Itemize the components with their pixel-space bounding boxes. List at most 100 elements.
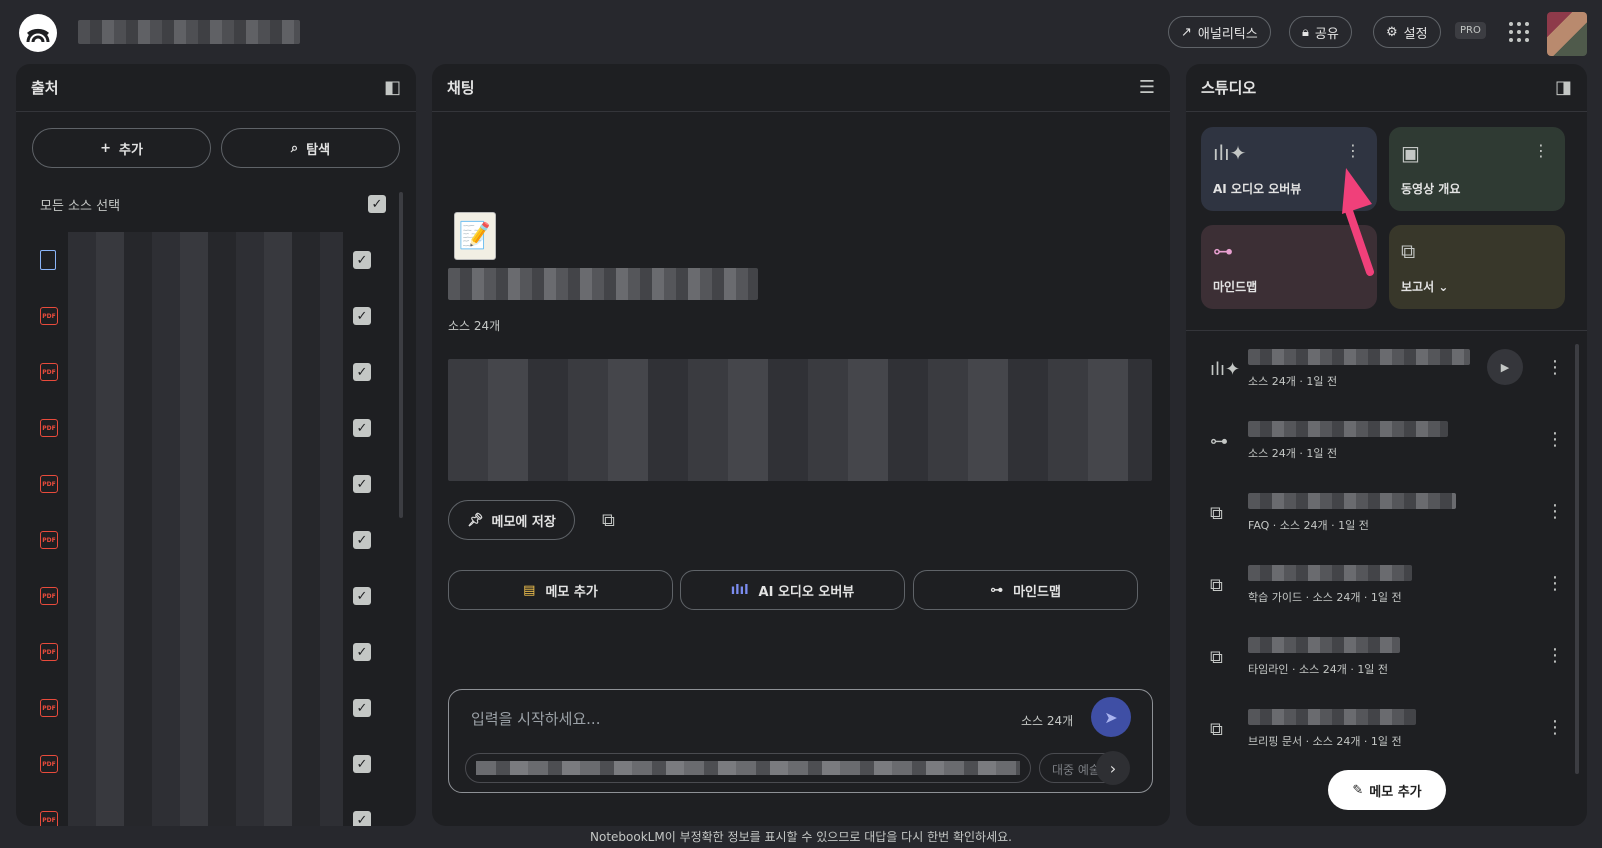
play-icon[interactable]: ▶ [1487, 349, 1523, 385]
source-row[interactable]: PDF ✓ [16, 288, 401, 344]
tile-mindmap[interactable]: ⊶ 마인드맵 [1201, 225, 1377, 309]
add-source-button[interactable]: + 추가 [32, 128, 211, 168]
chat-header: 채팅 ☰ [432, 64, 1170, 112]
more-vert-icon[interactable]: ⋮ [1546, 429, 1564, 450]
analytics-button[interactable]: ↗ 애널리틱스 [1168, 16, 1271, 48]
avatar[interactable] [1547, 12, 1587, 56]
collapse-panel-icon[interactable]: ◧ [384, 77, 401, 98]
save-to-note-button[interactable]: 📌︎ 메모에 저장 [448, 500, 575, 540]
source-row[interactable]: PDF ✓ [16, 568, 401, 624]
top-bar: ↗ 애널리틱스 🔒︎ 공유 ⚙ 설정 PRO [0, 0, 1602, 64]
source-title-redacted [68, 680, 343, 736]
suggestion-mindmap[interactable]: ⊶ 마인드맵 [913, 570, 1138, 610]
trending-up-icon: ↗ [1181, 24, 1192, 40]
source-row[interactable]: PDF ✓ [16, 512, 401, 568]
select-all-row[interactable]: 모든 소스 선택 ✓ [16, 192, 416, 216]
pdf-icon: PDF [40, 699, 58, 717]
suggestion-add-note[interactable]: ▤ 메모 추가 [448, 570, 673, 610]
studio-output-item[interactable]: ⧉ 타임라인 · 소스 24개 · 1일 전 ⋮ [1186, 631, 1587, 691]
plus-icon: + [100, 140, 111, 156]
search-sparkle-icon: ⌕ [290, 140, 299, 156]
source-row[interactable]: PDF ✓ [16, 624, 401, 680]
studio-panel: 스튜디오 ◨ ılı✦ ⋮ AI 오디오 오버뷰 ▣ ⋮ 동영상 개요 ⊶ 마인… [1186, 64, 1587, 826]
source-checkbox[interactable]: ✓ [353, 475, 371, 493]
studio-output-item[interactable]: ⊶ 소스 24개 · 1일 전 ⋮ [1186, 415, 1587, 475]
report-icon: ⧉ [1210, 719, 1223, 740]
more-vert-icon[interactable]: ⋮ [1546, 645, 1564, 666]
studio-output-item[interactable]: ⧉ 학습 가이드 · 소스 24개 · 1일 전 ⋮ [1186, 559, 1587, 619]
source-checkbox[interactable]: ✓ [353, 251, 371, 269]
output-title-redacted [1248, 349, 1470, 365]
source-checkbox[interactable]: ✓ [353, 531, 371, 549]
source-row[interactable]: PDF ✓ [16, 680, 401, 736]
suggestion-audio-overview[interactable]: ılıl AI 오디오 오버뷰 [680, 570, 905, 610]
more-vert-icon[interactable]: ⋮ [1533, 141, 1549, 160]
output-meta: 소스 24개 · 1일 전 [1248, 375, 1338, 388]
pro-badge: PRO [1455, 22, 1486, 39]
tile-report[interactable]: ⧉ 보고서 ⌄ [1389, 225, 1565, 309]
source-row[interactable]: PDF ✓ [16, 344, 401, 400]
collapse-panel-icon[interactable]: ◨ [1555, 77, 1572, 98]
explore-button[interactable]: ⌕ 탐색 [221, 128, 400, 168]
report-icon: ⧉ [1401, 239, 1416, 263]
select-all-checkbox[interactable]: ✓ [368, 195, 386, 213]
divider [1186, 330, 1587, 331]
notebook-summary-redacted [448, 359, 1152, 481]
source-checkbox[interactable]: ✓ [353, 419, 371, 437]
copy-icon[interactable]: ⧉ [602, 510, 615, 531]
footer-disclaimer: NotebookLM이 부정확한 정보를 표시할 수 있으므로 대답을 다시 한… [590, 830, 1012, 844]
source-checkbox[interactable]: ✓ [353, 643, 371, 661]
source-list: ✓ PDF ✓ PDF ✓ PDF ✓ PDF ✓ PDF ✓ PDF ✓ PDF ✓ PDF ✓ PDF ✓ PDF… [16, 232, 401, 826]
source-row[interactable]: PDF ✓ [16, 736, 401, 792]
apps-grid-icon[interactable] [1509, 22, 1529, 42]
source-checkbox[interactable]: ✓ [353, 699, 371, 717]
chevron-right-icon[interactable]: › [1096, 751, 1130, 785]
more-vert-icon[interactable]: ⋮ [1345, 141, 1361, 160]
source-checkbox[interactable]: ✓ [353, 363, 371, 381]
chevron-down-icon[interactable]: ⌄ [1438, 280, 1448, 294]
tile-audio-overview[interactable]: ılı✦ ⋮ AI 오디오 오버뷰 [1201, 127, 1377, 211]
chat-title: 채팅 [447, 79, 475, 97]
more-vert-icon[interactable]: ⋮ [1546, 357, 1564, 378]
send-icon: ➤ [1104, 707, 1118, 727]
send-button[interactable]: ➤ [1091, 697, 1131, 737]
tune-icon[interactable]: ☰ [1139, 77, 1155, 98]
source-checkbox[interactable]: ✓ [353, 811, 371, 826]
pdf-icon: PDF [40, 755, 58, 773]
more-vert-icon[interactable]: ⋮ [1546, 501, 1564, 522]
chat-input[interactable]: 입력을 시작하세요... [471, 708, 600, 729]
studio-output-item[interactable]: ⧉ 브리핑 문서 · 소스 24개 · 1일 전 ⋮ [1186, 703, 1587, 763]
source-checkbox[interactable]: ✓ [353, 587, 371, 605]
notebooklm-logo[interactable] [19, 14, 57, 52]
source-checkbox[interactable]: ✓ [353, 755, 371, 773]
source-checkbox[interactable]: ✓ [353, 307, 371, 325]
source-row[interactable]: PDF ✓ [16, 400, 401, 456]
lock-icon: 🔒︎ [1302, 24, 1309, 40]
studio-output-item[interactable]: ⧉ FAQ · 소스 24개 · 1일 전 ⋮ [1186, 487, 1587, 547]
studio-output-item[interactable]: ılı✦ 소스 24개 · 1일 전 ▶ ⋮ [1186, 343, 1587, 403]
source-row[interactable]: ✓ [16, 232, 401, 288]
chat-composer[interactable]: 입력을 시작하세요... 소스 24개 ➤ 대중 예술 › [448, 689, 1153, 793]
chat-panel: 채팅 ☰ 📝 소스 24개 📌︎ 메모에 저장 ⧉ ▤ 메모 추가 ılıl A… [432, 64, 1170, 826]
notebook-emoji-icon: 📝 [454, 212, 496, 260]
add-note-button[interactable]: ✎ 메모 추가 [1328, 770, 1446, 810]
source-title-redacted [68, 456, 343, 512]
source-title-redacted [68, 400, 343, 456]
mindmap-icon: ⊶ [990, 582, 1004, 598]
tile-video-overview[interactable]: ▣ ⋮ 동영상 개요 [1389, 127, 1565, 211]
source-row[interactable]: PDF ✓ [16, 456, 401, 512]
more-vert-icon[interactable]: ⋮ [1546, 573, 1564, 594]
sources-scrollbar[interactable] [399, 192, 403, 518]
pdf-icon: PDF [40, 811, 58, 826]
notebook-title-redacted[interactable] [78, 20, 300, 44]
source-row[interactable]: PDF ✓ [16, 792, 401, 826]
studio-scrollbar[interactable] [1575, 344, 1579, 774]
logo-icon [26, 28, 50, 43]
settings-button[interactable]: ⚙ 설정 [1373, 16, 1441, 48]
document-icon [40, 250, 56, 270]
share-button[interactable]: 🔒︎ 공유 [1289, 16, 1352, 48]
suggested-question-chip[interactable] [465, 753, 1031, 783]
more-vert-icon[interactable]: ⋮ [1546, 717, 1564, 738]
report-icon: ⧉ [1210, 503, 1223, 524]
pdf-icon: PDF [40, 531, 58, 549]
